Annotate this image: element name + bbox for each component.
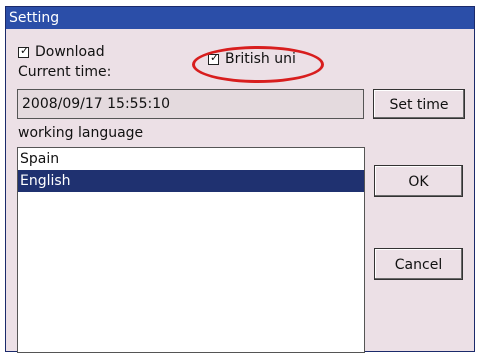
list-item-english[interactable]: English [18, 170, 364, 192]
cancel-button[interactable]: Cancel [374, 248, 463, 280]
download-checkbox[interactable]: ✓ [18, 43, 30, 58]
language-listbox[interactable]: Spain English [17, 147, 365, 353]
title-bar: Setting [6, 7, 474, 29]
download-label: Download [35, 44, 105, 60]
current-time-field[interactable]: 2008/09/17 15:55:10 [17, 89, 364, 119]
red-annotation-ellipse [192, 46, 324, 83]
download-checkbox-row[interactable]: ✓ Download [18, 44, 105, 60]
list-item-spain[interactable]: Spain [18, 148, 364, 170]
check-mark-icon: ✓ [20, 43, 30, 57]
set-time-button[interactable]: Set time [373, 89, 465, 119]
current-time-value: 2008/09/17 15:55:10 [22, 96, 171, 112]
working-language-label: working language [18, 125, 144, 141]
setting-window: Setting ✓ Download ✓ British uni Current… [5, 6, 475, 353]
ok-button[interactable]: OK [374, 165, 463, 197]
current-time-label: Current time: [18, 64, 112, 80]
window-title: Setting [9, 10, 60, 26]
